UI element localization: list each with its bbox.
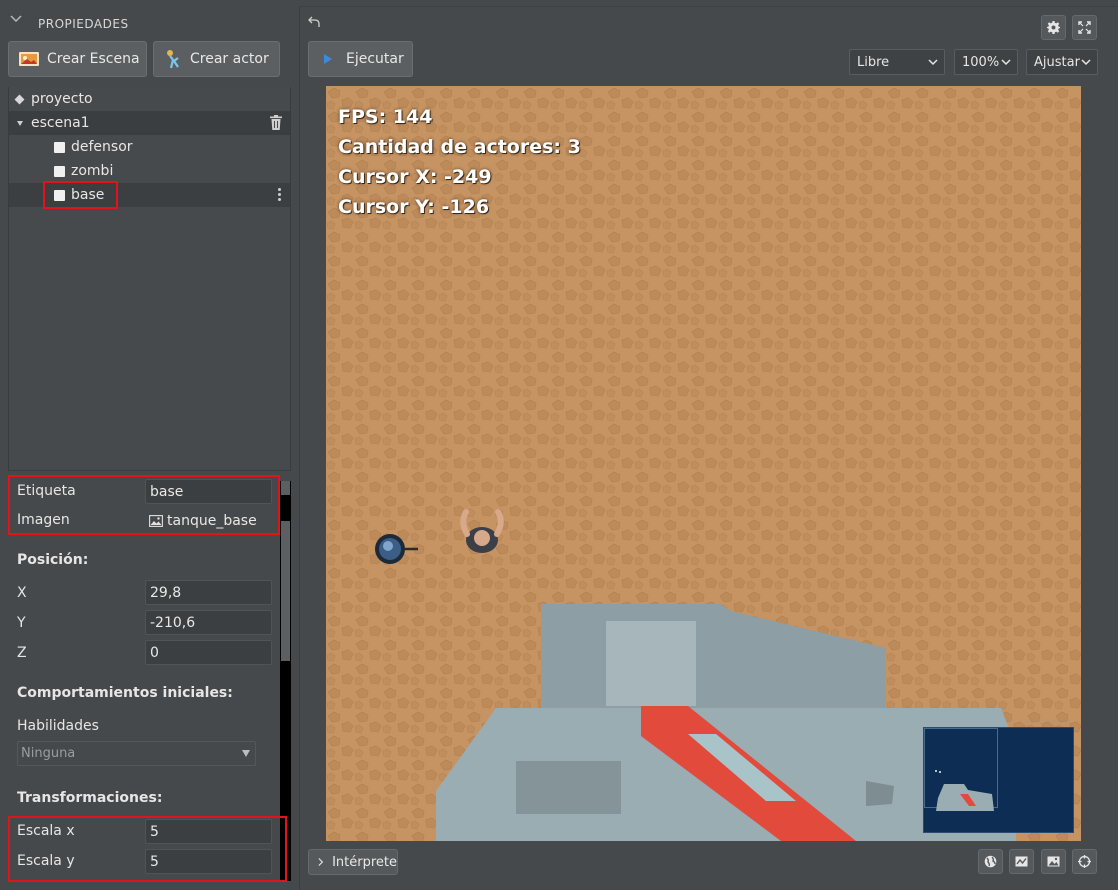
chart-icon bbox=[1015, 856, 1028, 867]
posicion-heading: Posición: bbox=[17, 552, 89, 568]
globe-icon bbox=[984, 855, 997, 868]
fit-value: Ajustar bbox=[1034, 54, 1080, 70]
caret-down-icon bbox=[242, 750, 250, 757]
tree-item-base[interactable]: base bbox=[9, 183, 290, 207]
picture-icon bbox=[1047, 856, 1060, 867]
panel-header[interactable]: PROPIEDADES bbox=[0, 0, 300, 42]
tree-item-zombi[interactable]: zombi bbox=[9, 159, 290, 183]
hud-actor-count: Cantidad de actores: 3 bbox=[338, 136, 581, 158]
interprete-label: Intérprete bbox=[332, 854, 397, 870]
actor-square-icon bbox=[54, 189, 65, 201]
project-icon bbox=[14, 94, 25, 104]
hud-cursor-y: Cursor Y: -126 bbox=[338, 196, 490, 218]
imagen-label: Imagen bbox=[17, 512, 70, 528]
tree-item-defensor[interactable]: defensor bbox=[9, 135, 290, 159]
target-button[interactable] bbox=[1072, 849, 1097, 874]
ejecutar-label: Ejecutar bbox=[346, 51, 404, 67]
ejecutar-button[interactable]: Ejecutar bbox=[308, 41, 413, 77]
panel-title: PROPIEDADES bbox=[38, 17, 129, 31]
panel-divider[interactable] bbox=[299, 7, 300, 890]
settings-button[interactable] bbox=[1041, 15, 1066, 40]
fullscreen-button[interactable] bbox=[1072, 15, 1097, 40]
properties-scrollbar[interactable] bbox=[280, 481, 291, 881]
comportamientos-heading: Comportamientos iniciales: bbox=[17, 685, 233, 701]
minimap[interactable] bbox=[923, 727, 1074, 833]
chart-button[interactable] bbox=[1009, 849, 1034, 874]
expand-icon bbox=[1078, 21, 1091, 34]
scene-icon bbox=[19, 52, 39, 66]
etiqueta-label: Etiqueta bbox=[17, 483, 76, 499]
tree-item-label: escena1 bbox=[31, 115, 90, 131]
hud-fps: FPS: 144 bbox=[338, 106, 433, 128]
imagen-field[interactable]: tanque_base bbox=[145, 508, 272, 533]
undo-icon[interactable] bbox=[308, 16, 320, 27]
tree-item-escena1[interactable]: escena1 bbox=[9, 111, 290, 135]
crear-escena-label: Crear Escena bbox=[47, 51, 140, 67]
escala-y-input[interactable]: 5 bbox=[145, 849, 272, 874]
escala-x-label: Escala x bbox=[17, 823, 75, 839]
tree-item-label: base bbox=[71, 187, 105, 203]
tree-item-proyecto[interactable]: proyecto bbox=[9, 87, 290, 111]
trash-icon[interactable] bbox=[270, 115, 282, 130]
chevron-down-icon bbox=[1001, 59, 1011, 66]
habilidades-value: Ninguna bbox=[21, 746, 76, 761]
globe-button[interactable] bbox=[978, 849, 1003, 874]
scene-tree: proyecto escena1 defensor zombi base bbox=[8, 87, 291, 471]
chevron-down-icon bbox=[1081, 59, 1091, 66]
crear-actor-label: Crear actor bbox=[190, 51, 269, 67]
zoom-value: 100% bbox=[962, 54, 1000, 70]
play-icon bbox=[324, 54, 332, 64]
y-input[interactable]: -210,6 bbox=[145, 610, 272, 635]
tree-item-label: zombi bbox=[71, 163, 114, 179]
etiqueta-input[interactable]: base bbox=[145, 479, 272, 504]
chevron-down-icon[interactable] bbox=[9, 12, 23, 26]
properties-panel: PROPIEDADES Crear Escena Crear actor pro… bbox=[0, 0, 300, 890]
image-icon bbox=[149, 514, 163, 527]
x-input[interactable]: 29,8 bbox=[145, 580, 272, 605]
minimap-scene bbox=[935, 770, 994, 811]
zoom-select[interactable]: 100% bbox=[954, 49, 1018, 75]
actor-icon bbox=[167, 50, 179, 69]
imagen-value: tanque_base bbox=[167, 512, 257, 529]
y-label: Y bbox=[17, 615, 26, 631]
camera-mode-select[interactable]: Libre bbox=[849, 49, 945, 75]
image-button[interactable] bbox=[1041, 849, 1066, 874]
crosshair-icon bbox=[1078, 855, 1091, 868]
scrollbar-cap bbox=[281, 481, 290, 495]
transformaciones-heading: Transformaciones: bbox=[17, 790, 163, 806]
fit-select[interactable]: Ajustar bbox=[1026, 49, 1098, 75]
chevron-right-icon bbox=[318, 858, 324, 866]
tree-item-label: defensor bbox=[71, 139, 133, 155]
more-options-icon[interactable] bbox=[278, 188, 281, 202]
crear-actor-button[interactable]: Crear actor bbox=[153, 41, 280, 77]
z-input[interactable]: 0 bbox=[145, 640, 272, 665]
actor-properties: Etiqueta base Imagen tanque_base Posició… bbox=[8, 476, 281, 890]
escala-y-label: Escala y bbox=[17, 853, 75, 869]
hud-cursor-x: Cursor X: -249 bbox=[338, 166, 492, 188]
caret-down-icon[interactable] bbox=[17, 120, 23, 126]
z-label: Z bbox=[17, 645, 27, 661]
actor-square-icon bbox=[54, 141, 65, 153]
chevron-down-icon bbox=[928, 59, 938, 66]
escala-x-input[interactable]: 5 bbox=[145, 819, 272, 844]
habilidades-label: Habilidades bbox=[17, 718, 99, 734]
x-label: X bbox=[17, 585, 27, 601]
crear-escena-button[interactable]: Crear Escena bbox=[8, 41, 147, 77]
interprete-button[interactable]: Intérprete bbox=[308, 849, 398, 875]
gear-icon bbox=[1047, 21, 1060, 34]
tree-item-label: proyecto bbox=[31, 91, 93, 107]
habilidades-select[interactable]: Ninguna bbox=[17, 741, 256, 766]
scrollbar-thumb[interactable] bbox=[281, 521, 290, 661]
actor-square-icon bbox=[54, 165, 65, 177]
camera-mode-value: Libre bbox=[857, 54, 890, 70]
